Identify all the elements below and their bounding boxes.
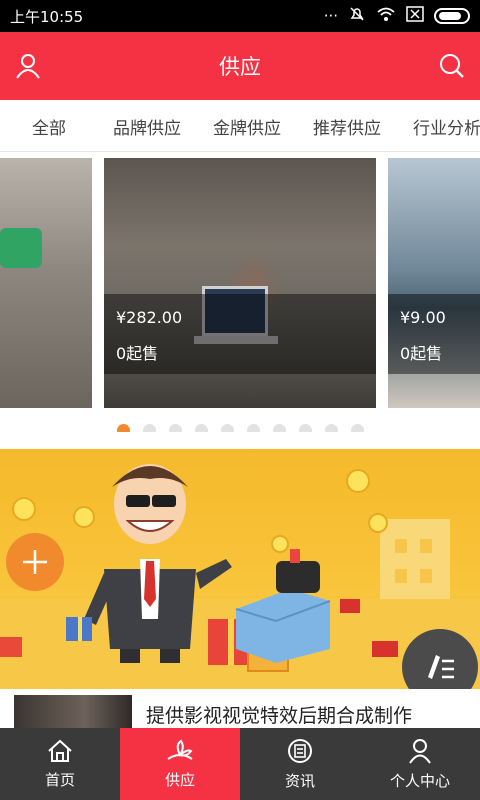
pagination-dot[interactable] [220, 424, 234, 432]
product-price: ¥9.00 [400, 308, 446, 327]
tab-industry-analysis[interactable]: 行业分析 [413, 114, 480, 139]
pagination-dot[interactable] [194, 424, 208, 432]
pagination-dot[interactable] [142, 424, 156, 432]
search-button[interactable] [436, 50, 468, 82]
profile-icon [409, 738, 431, 764]
plus-icon [23, 550, 47, 574]
tab-gold-supply[interactable]: 金牌供应 [213, 114, 281, 139]
tab-all[interactable]: 全部 [32, 114, 66, 139]
list-item-title: 提供影视视觉特效后期合成制作 [146, 705, 413, 727]
user-icon [16, 54, 40, 79]
nav-profile[interactable]: 个人中心 [360, 728, 480, 800]
bottom-navigation: 首页 供应 资讯 个人中心 [0, 728, 480, 800]
tab-recommended-supply[interactable]: 推荐供应 [313, 114, 381, 139]
app-screen: 上午10:55 ··· 供应 全部 品牌供应 金牌供应 推荐供应 行业分析 ¥2… [0, 0, 480, 800]
nav-home[interactable]: 首页 [0, 728, 120, 800]
nav-label: 首页 [44, 770, 75, 789]
carousel-card-center[interactable]: ¥282.00 0起售 [104, 158, 376, 408]
product-carousel[interactable]: ¥282.00 0起售 ¥9.00 0起售 [0, 152, 480, 432]
status-bar: 上午10:55 ··· [0, 0, 480, 32]
product-min-sale: 0起售 [400, 344, 443, 363]
product-price: ¥282.00 [116, 308, 183, 327]
news-icon [288, 738, 312, 763]
pagination-dot-active[interactable] [116, 424, 130, 432]
pagination-dot[interactable] [298, 424, 312, 432]
status-time: 上午10:55 [10, 7, 84, 26]
page-title: 供应 [219, 55, 261, 79]
mute-bell-icon [348, 5, 366, 27]
category-tabs: 全部 品牌供应 金牌供应 推荐供应 行业分析 [0, 100, 480, 152]
supply-icon [167, 739, 193, 760]
pagination-dot[interactable] [272, 424, 286, 432]
pagination-dot[interactable] [168, 424, 182, 432]
more-dots-icon: ··· [323, 7, 338, 25]
pagination-dot[interactable] [246, 424, 260, 432]
wifi-icon [376, 6, 396, 26]
nav-supply[interactable]: 供应 [120, 728, 240, 800]
home-icon [48, 739, 72, 762]
nav-news[interactable]: 资讯 [240, 728, 360, 800]
carousel-card-left[interactable] [0, 158, 92, 408]
promo-banner[interactable] [0, 449, 480, 689]
search-icon [440, 54, 464, 78]
tab-brand-supply[interactable]: 品牌供应 [113, 114, 181, 139]
pagination-dot[interactable] [350, 424, 364, 432]
sim-off-icon [406, 6, 424, 26]
user-button[interactable] [12, 50, 44, 82]
nav-label: 供应 [164, 770, 195, 789]
list-item[interactable]: 提供影视视觉特效后期合成制作 [0, 689, 480, 729]
carousel-pagination [0, 424, 480, 432]
add-button[interactable] [6, 533, 64, 591]
pagination-dot[interactable] [324, 424, 338, 432]
product-photo [0, 158, 92, 408]
edit-icon [428, 655, 454, 679]
list-thumbnail [14, 695, 132, 729]
product-min-sale: 0起售 [116, 344, 159, 363]
nav-label: 资讯 [284, 771, 315, 790]
battery-icon [434, 8, 470, 24]
carousel-card-right[interactable]: ¥9.00 0起售 [388, 158, 480, 408]
nav-label: 个人中心 [389, 771, 450, 790]
status-icons: ··· [324, 5, 470, 27]
person-shape [0, 228, 42, 268]
app-header: 供应 [0, 32, 480, 100]
